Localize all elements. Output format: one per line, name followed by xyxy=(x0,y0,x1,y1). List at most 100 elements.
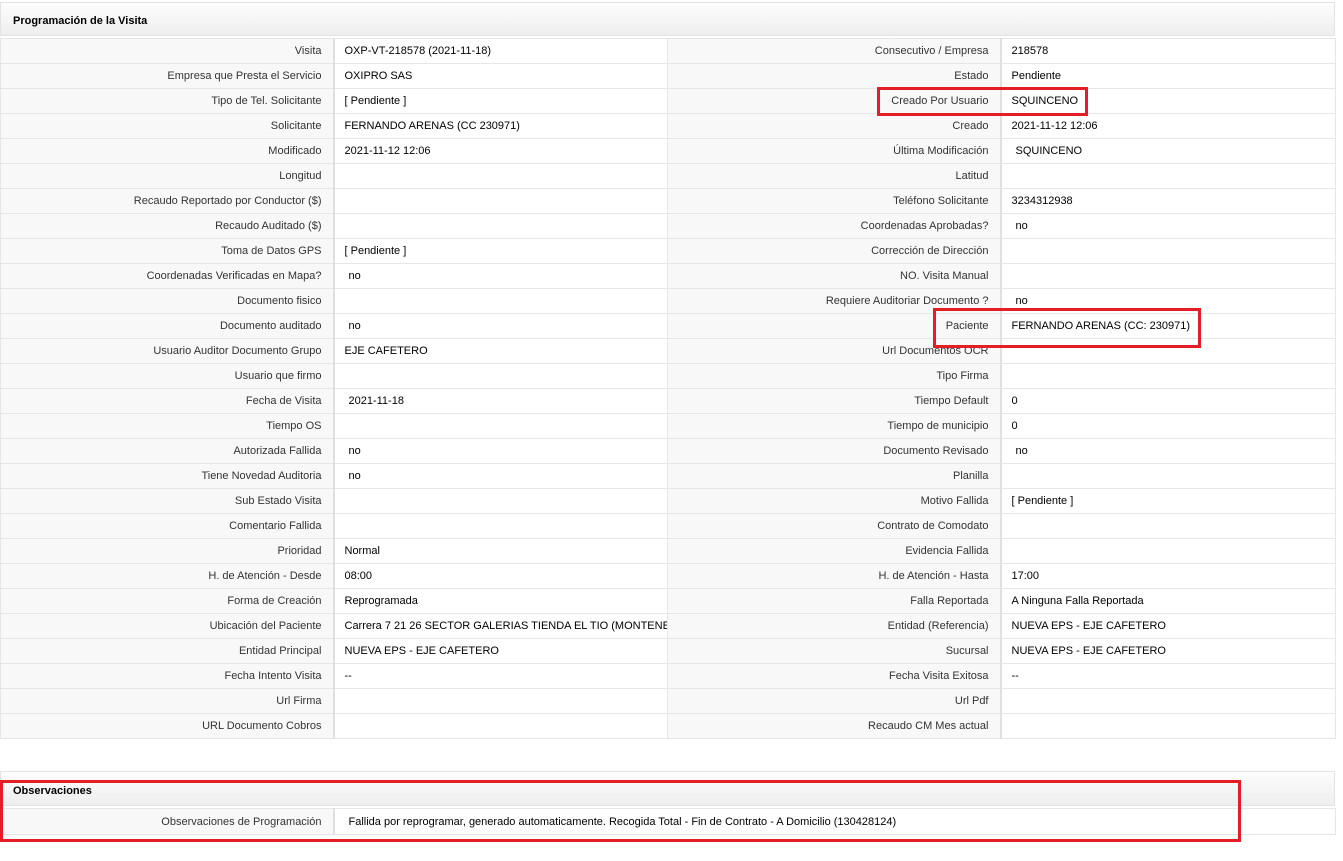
field-label: Requiere Auditoriar Documento ? xyxy=(667,288,1002,314)
section-title: Programación de la Visita xyxy=(13,15,148,27)
field-value: NUEVA EPS - EJE CAFETERO xyxy=(1000,638,1336,664)
field-label: Tipo Firma xyxy=(667,363,1002,389)
field-label: Contrato de Comodato xyxy=(667,513,1002,539)
field-value: 17:00 xyxy=(1000,563,1336,589)
field-value: 2021-11-12 12:06 xyxy=(1000,113,1336,139)
field-label: Longitud xyxy=(0,163,335,189)
table-row: Recaudo Auditado ($) Coordenadas Aprobada… xyxy=(0,213,1336,239)
table-row: Usuario Auditor Documento Grupo EJE CAFET… xyxy=(0,338,1336,364)
field-value xyxy=(1000,238,1336,264)
table-row: Tiempo OS Tiempo de municipio 0 xyxy=(0,413,1336,439)
observaciones-value: Fallida por reprogramar, generado automa… xyxy=(333,808,1336,835)
field-label: Autorizada Fallida xyxy=(0,438,335,464)
field-label: Visita xyxy=(0,38,335,64)
field-label: Entidad (Referencia) xyxy=(667,613,1002,639)
field-value xyxy=(1000,263,1336,289)
field-value: 3234312938 xyxy=(1000,188,1336,214)
field-value: 08:00 xyxy=(333,563,668,589)
table-row: Usuario que firmo Tipo Firma xyxy=(0,363,1336,389)
field-value xyxy=(1000,513,1336,539)
field-label: Teléfono Solicitante xyxy=(667,188,1002,214)
table-row: Entidad Principal NUEVA EPS - EJE CAFETER… xyxy=(0,638,1336,664)
field-label: Prioridad xyxy=(0,538,335,564)
field-value: A Ninguna Falla Reportada xyxy=(1000,588,1336,614)
field-value: -- xyxy=(333,663,668,689)
field-value: Pendiente xyxy=(1000,63,1336,89)
field-value: 218578 xyxy=(1000,38,1336,64)
table-row: Observaciones de Programación Fallida po… xyxy=(0,808,1336,835)
field-value xyxy=(333,363,668,389)
field-value: EJE CAFETERO xyxy=(333,338,668,364)
field-value xyxy=(1000,463,1336,489)
observaciones-title: Observaciones xyxy=(13,785,92,797)
table-row: Longitud Latitud xyxy=(0,163,1336,189)
field-label: Evidencia Fallida xyxy=(667,538,1002,564)
field-value: [ Pendiente ] xyxy=(333,88,668,114)
field-value: 0 xyxy=(1000,413,1336,439)
field-label: Documento Revisado xyxy=(667,438,1002,464)
field-value: 2021-11-18 xyxy=(333,388,668,414)
field-label: Url Firma xyxy=(0,688,335,714)
table-row: Coordenadas Verificadas en Mapa? no NO. Vi… xyxy=(0,263,1336,289)
field-value: NUEVA EPS - EJE CAFETERO xyxy=(1000,613,1336,639)
field-label: Fecha Visita Exitosa xyxy=(667,663,1002,689)
table-row: Comentario Fallida Contrato de Comodato xyxy=(0,513,1336,539)
field-label: Usuario Auditor Documento Grupo xyxy=(0,338,335,364)
field-value xyxy=(1000,713,1336,739)
field-value xyxy=(333,163,668,189)
table-row: Documento fisico Requiere Auditoriar Docu… xyxy=(0,288,1336,314)
field-label: H. de Atención - Hasta xyxy=(667,563,1002,589)
field-value: 0 xyxy=(1000,388,1336,414)
table-row: URL Documento Cobros Recaudo CM Mes actua… xyxy=(0,713,1336,739)
section-header-programacion: Programación de la Visita xyxy=(0,2,1335,36)
table-row: H. de Atención - Desde 08:00 H. de Atenció… xyxy=(0,563,1336,589)
field-value xyxy=(333,513,668,539)
field-value: Carrera 7 21 26 SECTOR GALERIAS TIENDA E… xyxy=(333,613,668,639)
field-label: URL Documento Cobros xyxy=(0,713,335,739)
field-label: Documento fisico xyxy=(0,288,335,314)
field-label: Recaudo Auditado ($) xyxy=(0,213,335,239)
field-value: SQUINCENO xyxy=(1000,138,1336,164)
table-row: Visita OXP-VT-218578 (2021-11-18) Consecut… xyxy=(0,38,1336,64)
field-label: Tipo de Tel. Solicitante xyxy=(0,88,335,114)
field-label: Fecha Intento Visita xyxy=(0,663,335,689)
table-row: Autorizada Fallida no Documento Revisado no xyxy=(0,438,1336,464)
field-value: no xyxy=(333,313,668,339)
field-value xyxy=(333,713,668,739)
visit-details-table: Visita OXP-VT-218578 (2021-11-18) Consecut… xyxy=(0,38,1336,739)
field-label: Coordenadas Verificadas en Mapa? xyxy=(0,263,335,289)
table-row: Fecha Intento Visita -- Fecha Visita Exito… xyxy=(0,663,1336,689)
field-value: no xyxy=(333,438,668,464)
table-row: Toma de Datos GPS[ Pendiente ] Corrección… xyxy=(0,238,1336,264)
table-row: Fecha de Visita 2021-11-18 Tiempo Default 0 xyxy=(0,388,1336,414)
field-label: Consecutivo / Empresa xyxy=(667,38,1002,64)
field-label: Entidad Principal xyxy=(0,638,335,664)
field-value xyxy=(333,413,668,439)
field-value: no xyxy=(1000,438,1336,464)
field-value: no xyxy=(333,263,668,289)
field-label: Documento auditado xyxy=(0,313,335,339)
field-value: NUEVA EPS - EJE CAFETERO xyxy=(333,638,668,664)
field-value xyxy=(1000,363,1336,389)
field-label: Estado xyxy=(667,63,1002,89)
field-label: Sucursal xyxy=(667,638,1002,664)
field-value: no xyxy=(1000,288,1336,314)
field-label: Url Documentos OCR xyxy=(667,338,1002,364)
field-value xyxy=(333,188,668,214)
field-value xyxy=(333,213,668,239)
field-value xyxy=(1000,338,1336,364)
field-label: Forma de Creación xyxy=(0,588,335,614)
field-value: SQUINCENO xyxy=(1000,88,1336,114)
field-label: Recaudo Reportado por Conductor ($) xyxy=(0,188,335,214)
field-label: Corrección de Dirección xyxy=(667,238,1002,264)
field-value: no xyxy=(1000,213,1336,239)
field-value: 2021-11-12 12:06 xyxy=(333,138,668,164)
field-label: Usuario que firmo xyxy=(0,363,335,389)
field-label: Comentario Fallida xyxy=(0,513,335,539)
table-row: Tiene Novedad Auditoria no Planilla xyxy=(0,463,1336,489)
field-label: Latitud xyxy=(667,163,1002,189)
field-label: Sub Estado Visita xyxy=(0,488,335,514)
field-label: NO. Visita Manual xyxy=(667,263,1002,289)
field-label: Falla Reportada xyxy=(667,588,1002,614)
table-row: Empresa que Presta el Servicio OXIPRO SAS… xyxy=(0,63,1336,89)
